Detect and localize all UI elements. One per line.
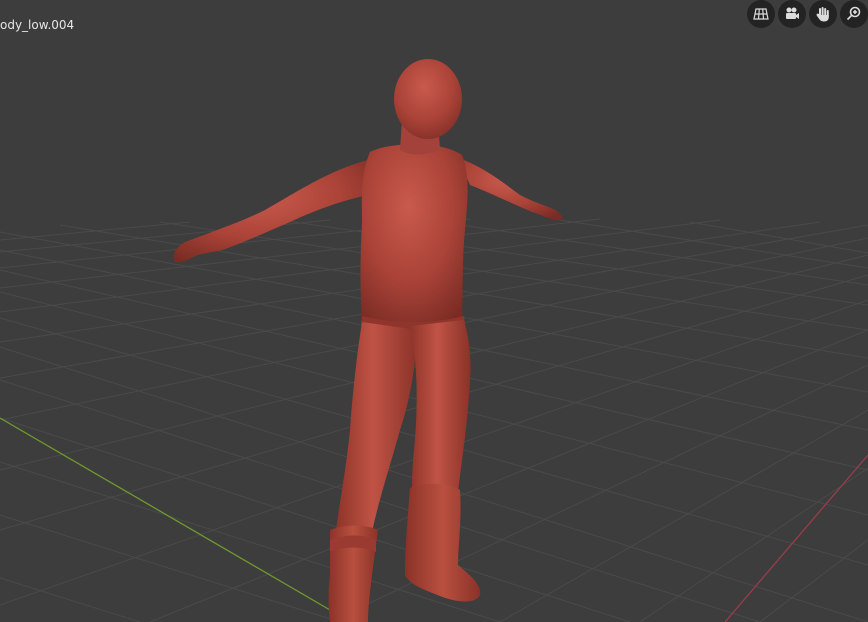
y-axis-line [0, 417, 331, 611]
zoom-magnifier-icon[interactable] [840, 0, 868, 28]
viewport-scene [0, 59, 868, 622]
active-object-name: ody_low.004 [0, 18, 75, 32]
3d-viewport[interactable]: ody_low.004 [0, 0, 868, 622]
toggle-view-grid-icon[interactable] [747, 0, 775, 28]
camera-view-icon[interactable] [778, 0, 806, 28]
pan-hand-icon[interactable] [809, 0, 837, 28]
navigation-gizmo [747, 0, 868, 28]
character-mesh[interactable] [173, 59, 563, 622]
